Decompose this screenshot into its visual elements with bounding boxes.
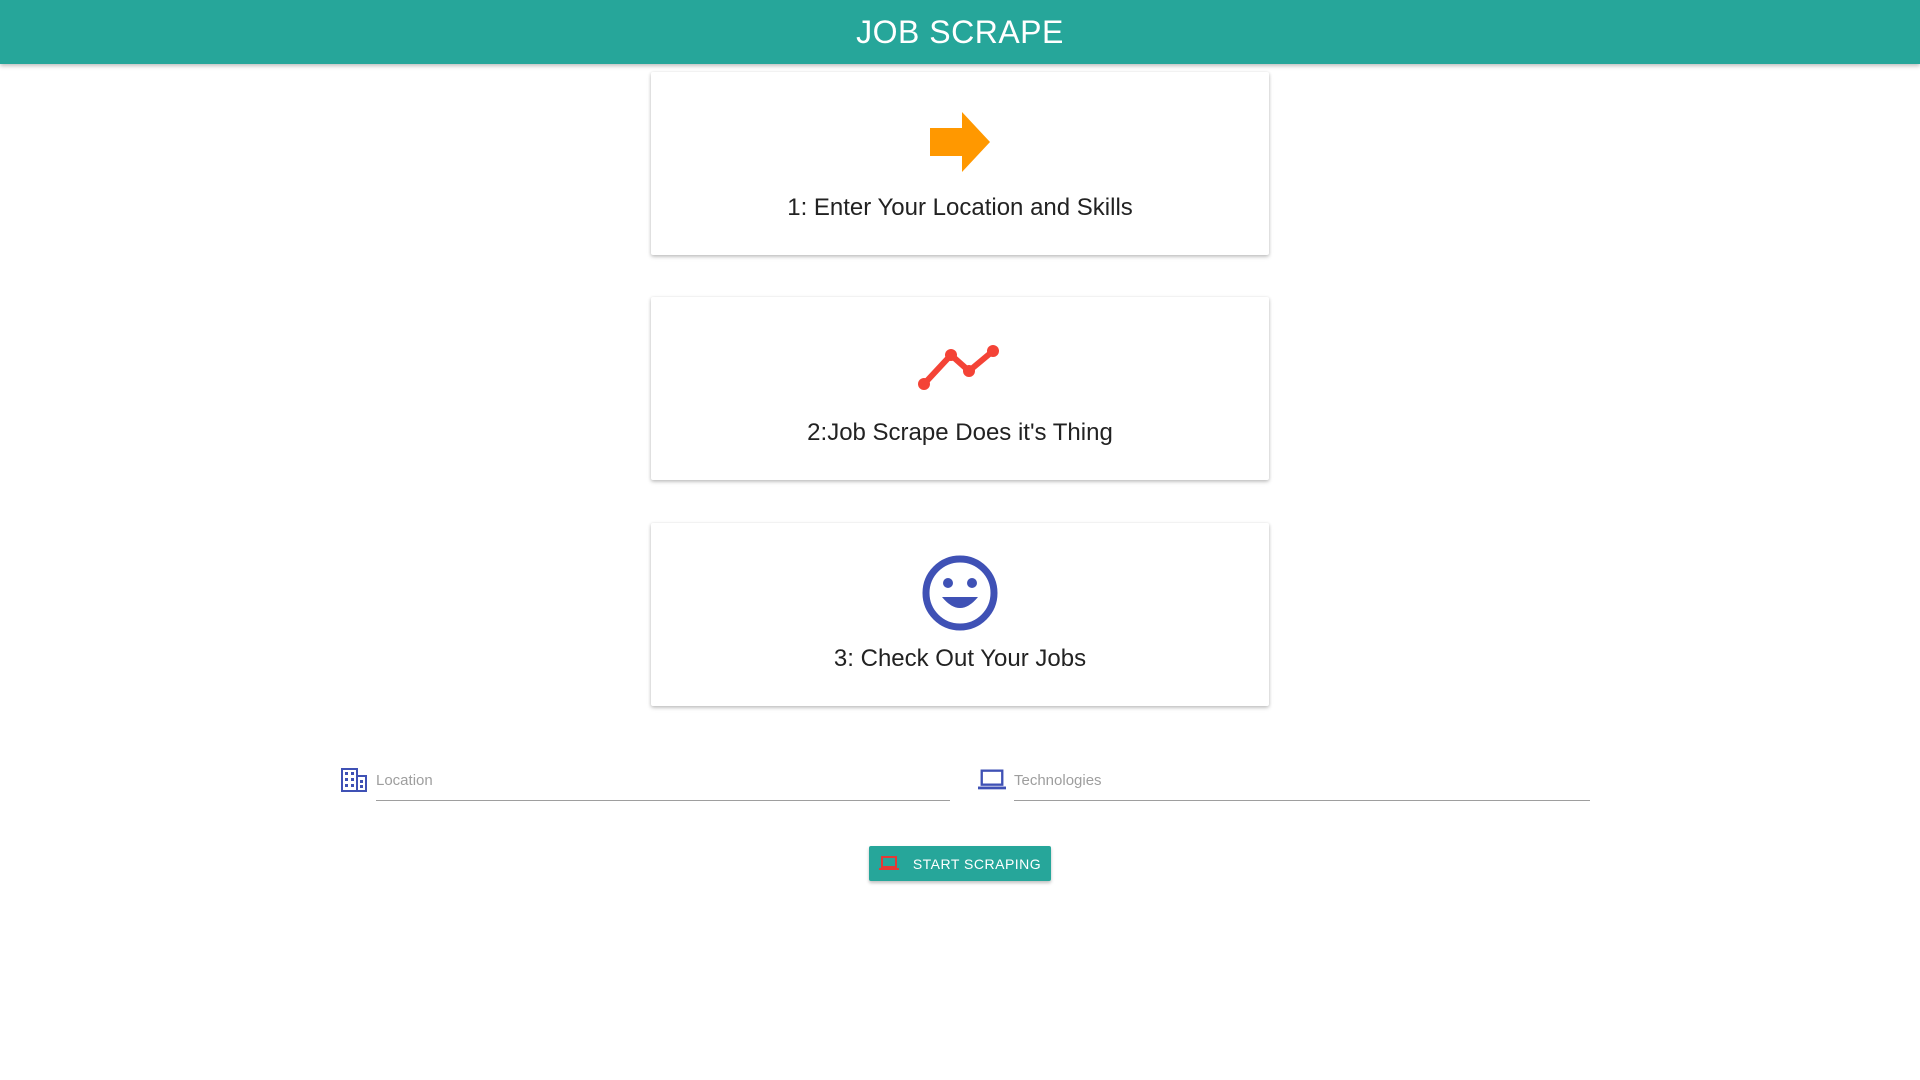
step-card-enter-location: 1: Enter Your Location and Skills bbox=[651, 72, 1269, 255]
smiley-face-icon bbox=[651, 555, 1269, 631]
start-scraping-label: START SCRAPING bbox=[912, 855, 1042, 872]
step-title: 3: Check Out Your Jobs bbox=[833, 645, 1087, 672]
app-title: JOB SCRAPE bbox=[856, 13, 1064, 50]
step-title: 1: Enter Your Location and Skills bbox=[787, 194, 1133, 221]
laptop-icon bbox=[978, 766, 1006, 794]
laptop-icon bbox=[878, 856, 899, 872]
step-title: 2:Job Scrape Does it's Thing bbox=[807, 419, 1113, 446]
app-bar: JOB SCRAPE bbox=[0, 0, 1920, 64]
start-scraping-button[interactable]: START SCRAPING bbox=[869, 846, 1051, 881]
technologies-field bbox=[978, 760, 1590, 804]
location-field bbox=[340, 760, 950, 804]
technologies-input[interactable] bbox=[1014, 760, 1590, 801]
step-card-check-jobs: 3: Check Out Your Jobs bbox=[651, 523, 1269, 706]
step-card-job-scrape: 2:Job Scrape Does it's Thing bbox=[651, 297, 1269, 480]
arrow-forward-icon bbox=[651, 110, 1269, 174]
location-input[interactable] bbox=[376, 760, 950, 801]
building-icon bbox=[340, 766, 368, 794]
trending-line-icon bbox=[651, 335, 1269, 399]
